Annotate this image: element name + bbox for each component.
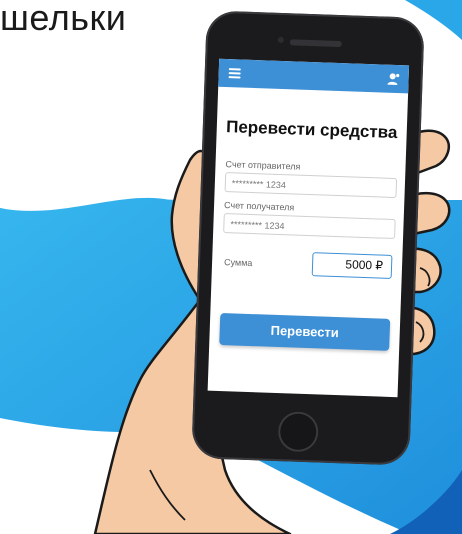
amount-row: Сумма 5000 ₽	[212, 249, 403, 282]
home-button[interactable]	[277, 411, 319, 453]
amount-label: Сумма	[223, 257, 253, 269]
smartphone: Перевести средства Счет отправителя ****…	[191, 10, 425, 466]
speaker-grille	[289, 39, 342, 48]
stage: шельки Перевести средства Счет отправите…	[0, 0, 462, 534]
phone-screen: Перевести средства Счет отправителя ****…	[207, 58, 410, 398]
user-icon[interactable]	[386, 72, 400, 86]
sender-account-field[interactable]: ********* 1234	[224, 172, 398, 199]
menu-icon[interactable]	[228, 68, 241, 79]
transfer-button[interactable]: Перевести	[219, 312, 391, 351]
recipient-account-field[interactable]: ********* 1234	[223, 213, 396, 240]
amount-input[interactable]: 5000 ₽	[311, 252, 393, 279]
camera-icon	[277, 36, 284, 44]
app-bar	[218, 58, 410, 94]
page-title: Перевести средства	[225, 117, 398, 143]
